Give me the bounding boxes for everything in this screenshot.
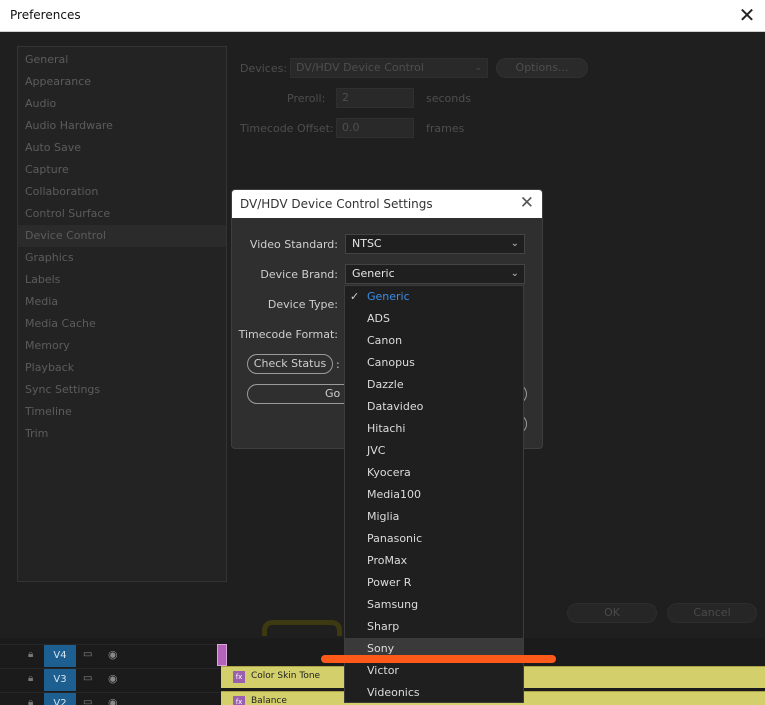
- sidebar-item-media[interactable]: Media: [18, 291, 226, 313]
- sidebar-item-sync-settings[interactable]: Sync Settings: [18, 379, 226, 401]
- device-type-label: Device Type:: [267, 298, 338, 311]
- sidebar-item-appearance[interactable]: Appearance: [18, 71, 226, 93]
- film-icon[interactable]: ▭: [83, 697, 92, 705]
- clip-label: Color Skin Tone: [251, 671, 321, 681]
- brand-option[interactable]: Canopus: [345, 352, 523, 374]
- sidebar-item-audio-hardware[interactable]: Audio Hardware: [18, 115, 226, 137]
- window-title: Preferences: [10, 8, 81, 22]
- video-standard-value: NTSC: [352, 237, 382, 250]
- brand-option[interactable]: Hitachi: [345, 418, 523, 440]
- brand-option[interactable]: Datavideo: [345, 396, 523, 418]
- video-standard-select[interactable]: NTSC ⌄: [345, 234, 525, 254]
- close-icon[interactable]: ✕: [520, 193, 534, 213]
- brand-option[interactable]: ADS: [345, 308, 523, 330]
- brand-option[interactable]: Miglia: [345, 506, 523, 528]
- close-icon[interactable]: ✕: [729, 0, 765, 32]
- sidebar-item-labels[interactable]: Labels: [18, 269, 226, 291]
- screen: Preferences ✕ General Appearance Audio A…: [0, 0, 765, 705]
- sidebar-item-capture[interactable]: Capture: [18, 159, 226, 181]
- eye-icon[interactable]: ◉: [108, 696, 118, 705]
- timecode-offset-unit: frames: [426, 122, 465, 135]
- lock-icon[interactable]: 🔒︎: [28, 649, 33, 660]
- preferences-sidebar: General Appearance Audio Audio Hardware …: [17, 46, 227, 582]
- sidebar-item-device-control[interactable]: Device Control: [18, 225, 226, 247]
- sidebar-item-control-surface[interactable]: Control Surface: [18, 203, 226, 225]
- chevron-down-icon: ⌄: [510, 268, 519, 279]
- dialog-title: DV/HDV Device Control Settings: [240, 197, 433, 211]
- brand-option[interactable]: Kyocera: [345, 462, 523, 484]
- playhead-marker[interactable]: [217, 644, 227, 666]
- device-brand-value: Generic: [352, 267, 395, 280]
- brand-option[interactable]: ProMax: [345, 550, 523, 572]
- device-brand-dropdown: ✓ Generic ADS Canon Canopus Dazzle Datav…: [344, 285, 524, 703]
- sidebar-item-playback[interactable]: Playback: [18, 357, 226, 379]
- chevron-down-icon: ⌄: [474, 63, 482, 73]
- sidebar-item-collaboration[interactable]: Collaboration: [18, 181, 226, 203]
- lock-icon[interactable]: 🔒︎: [28, 697, 33, 705]
- sidebar-item-media-cache[interactable]: Media Cache: [18, 313, 226, 335]
- film-icon[interactable]: ▭: [83, 673, 92, 684]
- preroll-unit: seconds: [426, 92, 471, 105]
- timecode-format-label: Timecode Format:: [238, 328, 338, 341]
- sidebar-item-auto-save[interactable]: Auto Save: [18, 137, 226, 159]
- device-brand-label: Device Brand:: [260, 268, 338, 281]
- sidebar-item-memory[interactable]: Memory: [18, 335, 226, 357]
- eye-icon[interactable]: ◉: [108, 648, 118, 661]
- sidebar-item-general[interactable]: General: [18, 49, 226, 71]
- brand-option[interactable]: Victor: [345, 660, 523, 682]
- brand-option[interactable]: Dazzle: [345, 374, 523, 396]
- track-row-v2: 🔒︎ V2 ▭ ◉: [0, 692, 220, 705]
- checkmark-icon: ✓: [350, 290, 360, 303]
- sidebar-item-audio[interactable]: Audio: [18, 93, 226, 115]
- chevron-down-icon: ⌄: [510, 238, 519, 249]
- brand-option[interactable]: Panasonic: [345, 528, 523, 550]
- track-name-v4[interactable]: V4: [44, 645, 76, 667]
- devices-label: Devices:: [240, 62, 288, 75]
- brand-option[interactable]: Media100: [345, 484, 523, 506]
- devices-value: DV/HDV Device Control: [296, 61, 424, 74]
- fx-icon: fx: [233, 696, 245, 705]
- track-row-v3: 🔒︎ V3 ▭ ◉: [0, 668, 220, 691]
- clip-label: Balance: [251, 696, 287, 705]
- annotation-highlight-stroke: [321, 655, 556, 663]
- brand-option[interactable]: ✓ Generic: [345, 286, 523, 308]
- timecode-offset-input[interactable]: 0.0: [336, 118, 414, 138]
- brand-option[interactable]: Samsung: [345, 594, 523, 616]
- brand-option[interactable]: Power R: [345, 572, 523, 594]
- brand-option[interactable]: JVC: [345, 440, 523, 462]
- devices-select[interactable]: DV/HDV Device Control ⌄: [290, 58, 488, 78]
- film-icon[interactable]: ▭: [83, 649, 92, 660]
- lock-icon[interactable]: 🔒︎: [28, 673, 33, 684]
- fx-icon: fx: [233, 671, 245, 683]
- brand-option[interactable]: Sharp: [345, 616, 523, 638]
- preroll-label: Preroll:: [287, 92, 326, 105]
- eye-icon[interactable]: ◉: [108, 672, 118, 685]
- track-name-v2[interactable]: V2: [44, 693, 76, 705]
- preferences-titlebar: Preferences ✕: [0, 0, 765, 32]
- sidebar-item-trim[interactable]: Trim: [18, 423, 226, 445]
- status-colon: :: [336, 358, 340, 371]
- track-row-v4: 🔒︎ V4 ▭ ◉: [0, 644, 220, 667]
- timecode-offset-label: Timecode Offset:: [240, 122, 334, 135]
- check-status-button[interactable]: Check Status: [247, 354, 333, 374]
- options-button[interactable]: Options...: [496, 58, 588, 78]
- brand-option[interactable]: Videonics: [345, 682, 523, 704]
- video-standard-label: Video Standard:: [249, 238, 338, 251]
- cancel-button[interactable]: Cancel: [667, 603, 757, 623]
- sidebar-item-timeline[interactable]: Timeline: [18, 401, 226, 423]
- brand-option[interactable]: Canon: [345, 330, 523, 352]
- device-brand-select[interactable]: Generic ⌄: [345, 264, 525, 284]
- ok-button[interactable]: OK: [567, 603, 657, 623]
- dialog-titlebar: DV/HDV Device Control Settings ✕: [232, 190, 542, 218]
- preroll-input[interactable]: 2: [336, 88, 414, 108]
- track-name-v3[interactable]: V3: [44, 669, 76, 691]
- sidebar-item-graphics[interactable]: Graphics: [18, 247, 226, 269]
- background-shape: [262, 620, 342, 636]
